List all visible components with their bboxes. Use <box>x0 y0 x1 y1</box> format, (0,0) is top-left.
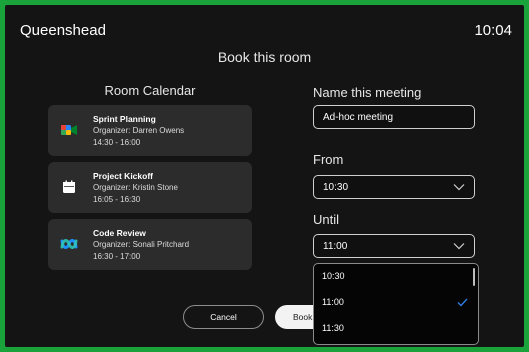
until-option-1030[interactable]: 10:30 <box>322 271 345 281</box>
from-label: From <box>313 152 344 167</box>
calendar-icon <box>63 180 75 193</box>
from-value: 10:30 <box>323 181 349 193</box>
webex-icon <box>60 239 78 249</box>
cancel-button[interactable]: Cancel <box>183 305 264 329</box>
room-name: Queenshead <box>20 22 106 39</box>
chevron-down-icon <box>453 184 465 191</box>
meeting-organizer: Organizer: Kristin Stone <box>93 183 178 192</box>
until-option-1130[interactable]: 11:30 <box>322 323 344 333</box>
booking-screen: Queenshead 10:04 Book this room Room Cal… <box>5 5 524 347</box>
dropdown-scrollbar[interactable] <box>473 268 475 286</box>
clock: 10:04 <box>474 22 512 39</box>
until-select[interactable]: 11:00 <box>313 234 475 258</box>
from-select[interactable]: 10:30 <box>313 175 475 199</box>
until-label: Until <box>313 212 340 227</box>
dialog-title: Book this room <box>217 49 312 65</box>
meeting-card[interactable]: Sprint Planning Organizer: Darren Owens … <box>48 105 252 156</box>
meeting-name-label: Name this meeting <box>313 85 422 100</box>
until-option-1100[interactable]: 11:00 <box>322 297 344 307</box>
meeting-organizer: Organizer: Darren Owens <box>93 126 185 135</box>
meeting-time: 16:30 - 17:00 <box>93 252 141 261</box>
checkmark-icon <box>457 298 468 307</box>
meeting-card[interactable]: Code Review Organizer: Sonali Pritchard … <box>48 219 252 270</box>
meeting-card[interactable]: Project Kickoff Organizer: Kristin Stone… <box>48 162 252 213</box>
meeting-title: Sprint Planning <box>93 114 156 124</box>
meeting-title: Project Kickoff <box>93 171 153 181</box>
chevron-down-icon <box>453 243 465 250</box>
until-value: 11:00 <box>323 240 348 252</box>
meeting-time: 16:05 - 16:30 <box>93 195 141 204</box>
meeting-organizer: Organizer: Sonali Pritchard <box>93 240 190 249</box>
until-dropdown: 10:30 11:00 11:30 <box>313 263 479 345</box>
room-calendar-title: Room Calendar <box>104 83 196 98</box>
meeting-title: Code Review <box>93 228 146 238</box>
google-meet-icon <box>61 125 77 135</box>
meeting-name-input[interactable] <box>313 105 475 129</box>
meeting-time: 14:30 - 16:00 <box>93 138 141 147</box>
